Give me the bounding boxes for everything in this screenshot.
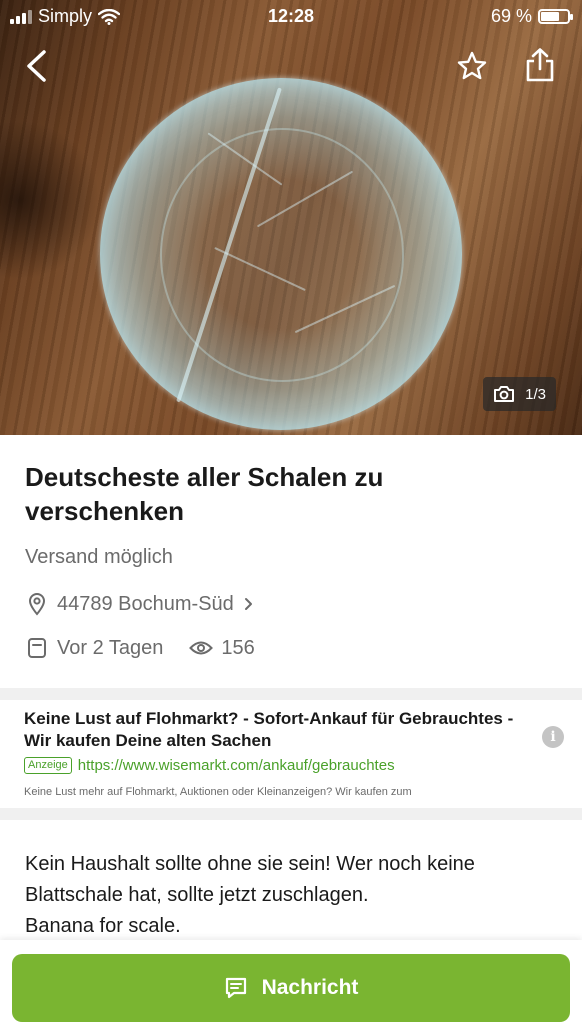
ad-url[interactable]: https://www.wisemarkt.com/ankauf/gebrauc… (78, 757, 395, 774)
battery-status: 69 % (490, 6, 573, 27)
message-button[interactable]: Nachricht (12, 954, 570, 1022)
share-icon (526, 48, 554, 82)
section-divider (0, 688, 582, 700)
description-line: Kein Haushalt sollte ohne sie sein! Wer … (25, 853, 475, 875)
star-icon (457, 51, 487, 80)
listing-description: Kein Haushalt sollte ohne sie sein! Wer … (25, 849, 565, 942)
description-line: Banana for scale. (25, 915, 181, 937)
leaf-vein (176, 87, 282, 403)
listing-title: Deutscheste aller Schalen zu verschenken (25, 462, 384, 526)
ad-title[interactable]: Keine Lust auf Flohmarkt? - Sofort-Ankau… (24, 708, 524, 752)
ad-description: Keine Lust mehr auf Flohmarkt, Auktionen… (24, 786, 412, 798)
favorite-button[interactable] (454, 46, 490, 86)
leaf-vein (207, 132, 283, 186)
calendar-icon (25, 636, 49, 660)
info-icon[interactable]: i (542, 726, 564, 748)
location-text: 44789 Bochum-Süd (57, 592, 234, 615)
message-button-label: Nachricht (261, 976, 359, 999)
status-bar: Simply 12:28 69 % (0, 0, 582, 34)
leaf-vein (294, 284, 396, 334)
chevron-right-icon (244, 598, 252, 610)
section-divider (0, 808, 582, 820)
back-button[interactable] (18, 46, 54, 86)
share-button[interactable] (520, 44, 560, 86)
ad-badge: Anzeige (24, 757, 72, 774)
photo-shadow (0, 120, 100, 280)
posted-date: Vor 2 Tagen (57, 636, 164, 659)
leaf-vein (214, 246, 306, 292)
ad-url-row[interactable]: Anzeige https://www.wisemarkt.com/ankauf… (24, 757, 395, 774)
photo-counter: 1/3 (525, 385, 546, 403)
description-line: Blattschale hat, sollte jetzt zuschlagen… (25, 884, 369, 906)
location-link[interactable]: 44789 Bochum-Süd (25, 592, 256, 616)
leaf-bowl-image (100, 78, 462, 430)
battery-icon (538, 9, 573, 24)
photo-counter-badge[interactable]: 1/3 (483, 377, 556, 411)
meta-row: Vor 2 Tagen 156 (25, 636, 255, 660)
eye-icon (189, 636, 214, 660)
chat-icon (225, 977, 246, 999)
battery-percent: 69 % (490, 6, 532, 26)
shipping-info: Versand möglich (25, 546, 173, 568)
back-icon (27, 50, 46, 82)
camera-icon (494, 386, 515, 402)
view-count: 156 (221, 636, 255, 659)
location-pin-icon (25, 592, 49, 616)
listing-photo[interactable] (0, 0, 582, 435)
